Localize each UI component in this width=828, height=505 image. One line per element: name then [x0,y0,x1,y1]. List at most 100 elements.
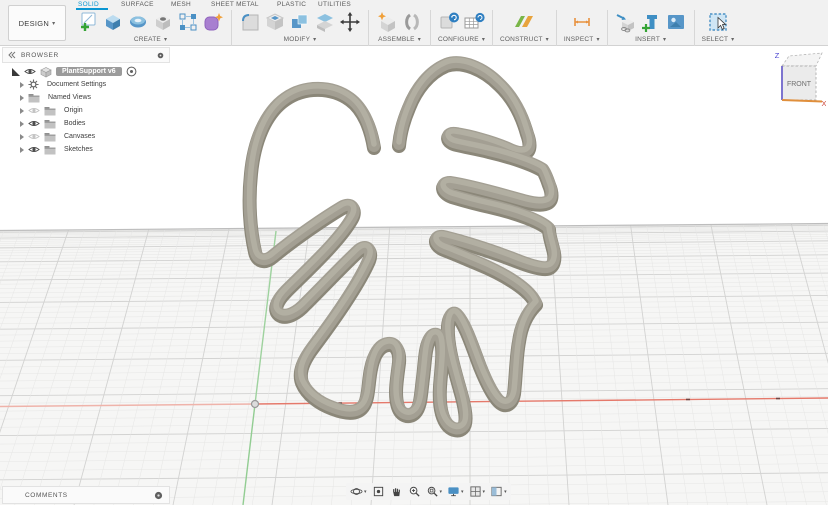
group-label-create[interactable]: CREATE [134,36,167,43]
browser-item-label: Bodies [60,119,89,128]
zoom-button[interactable] [408,485,421,498]
tab-utilities[interactable]: UTILITIES [318,1,351,8]
browser-item-label: Named Views [44,93,95,102]
browser-row-bodies[interactable]: Bodies [2,117,170,130]
group-label-modify[interactable]: MODIFY [284,36,317,43]
hole-icon[interactable] [152,11,174,33]
group-create: CREATE [70,10,231,43]
folder-icon [44,132,56,142]
navigation-bar: ▾ ▾ ▾ ▾ ▾ [346,483,511,500]
extrude-icon[interactable] [102,11,124,33]
group-label-configure[interactable]: CONFIGURE [438,36,485,43]
dropdown-caret-icon: ▾ [440,489,443,495]
expand-arrow-icon[interactable] [20,147,24,153]
tab-sheet-metal[interactable]: SHEET METAL [211,1,259,8]
fusion360-window: DESIGN SOLID SURFACE MESH SHEET METAL PL… [0,0,828,505]
tab-surface[interactable]: SURFACE [121,1,154,8]
expand-arrow-icon[interactable] [20,82,24,88]
visibility-eye-icon-hidden[interactable] [28,106,40,115]
visibility-eye-icon[interactable] [24,67,36,76]
press-pull-icon[interactable] [239,11,261,33]
expand-arrow-icon[interactable] [20,108,24,114]
folder-icon [44,106,56,116]
create-form-icon[interactable] [202,11,224,33]
tab-mesh[interactable]: MESH [171,1,191,8]
combine-icon[interactable] [289,11,311,33]
browser-row-canvases[interactable]: Canvases [2,130,170,143]
visibility-eye-icon[interactable] [28,119,40,128]
grid-settings-button[interactable]: ▾ [469,485,486,498]
viewports-button[interactable]: ▾ [490,485,507,498]
pan-button[interactable] [390,485,403,498]
browser-panel: BROWSER PlantSupport v6 Document Setting… [2,47,170,156]
view-cube-face-label: FRONT [787,81,812,88]
browser-header[interactable]: BROWSER [2,47,170,63]
group-label-assemble[interactable]: ASSEMBLE [378,36,421,43]
component-cube-icon [40,66,52,78]
browser-title: BROWSER [21,52,157,59]
insert-tspline-icon[interactable] [640,11,662,33]
insert-derive-icon[interactable] [615,11,637,33]
display-settings-button[interactable]: ▾ [447,485,464,498]
group-select: SELECT [695,10,742,43]
panel-options-icon[interactable] [157,52,164,59]
browser-row-origin[interactable]: Origin [2,104,170,117]
shell-icon[interactable] [264,11,286,33]
split-body-icon[interactable] [314,11,336,33]
dropdown-caret-icon: ▾ [483,489,486,495]
dropdown-caret-icon: ▾ [504,489,507,495]
create-sketch-icon[interactable] [77,11,99,33]
browser-row-named-views[interactable]: Named Views [2,91,170,104]
expand-arrow-icon[interactable] [20,95,24,101]
insert-canvas-icon[interactable] [665,11,687,33]
browser-item-label: Origin [60,106,87,115]
comments-title: COMMENTS [25,492,154,499]
group-modify: MODIFY [232,10,368,43]
visibility-eye-icon[interactable] [28,145,40,154]
gear-icon [28,79,39,90]
expand-arrow-icon[interactable] [12,68,20,76]
pattern-icon[interactable] [177,11,199,33]
browser-row-root[interactable]: PlantSupport v6 [2,65,170,78]
group-label-select[interactable]: SELECT [702,36,735,43]
construction-plane-icon[interactable] [513,11,535,33]
browser-item-label: Document Settings [43,80,110,89]
comments-bar[interactable]: COMMENTS [2,486,170,504]
joint-icon[interactable] [401,11,423,33]
collapse-panel-icon[interactable] [8,51,16,59]
dropdown-caret-icon: ▾ [461,489,464,495]
new-component-icon[interactable] [376,11,398,33]
measure-icon[interactable] [571,11,593,33]
orbit-button[interactable]: ▾ [350,485,367,498]
group-label-construct[interactable]: CONSTRUCT [500,36,549,43]
fit-button[interactable]: ▾ [426,485,443,498]
tab-solid[interactable]: SOLID [78,1,99,8]
select-icon[interactable] [707,11,729,33]
configuration-table-icon[interactable] [463,11,485,33]
configuration-icon[interactable] [438,11,460,33]
group-label-inspect[interactable]: INSPECT [564,36,600,43]
group-configure: CONFIGURE [431,10,492,43]
browser-row-sketches[interactable]: Sketches [2,143,170,156]
move-copy-icon[interactable] [339,11,361,33]
group-label-insert[interactable]: INSERT [635,36,666,43]
visibility-eye-icon-hidden[interactable] [28,132,40,141]
folder-icon [44,119,56,129]
browser-row-document-settings[interactable]: Document Settings [2,78,170,91]
activate-component-icon[interactable] [126,66,137,77]
main-toolbar: DESIGN SOLID SURFACE MESH SHEET METAL PL… [0,0,828,46]
comments-options-icon[interactable] [154,491,163,500]
expand-arrow-icon[interactable] [20,121,24,127]
axis-x-label: X [821,99,826,108]
view-cube[interactable]: FRONT Z X [766,48,826,108]
folder-icon [44,145,56,155]
revolve-icon[interactable] [127,11,149,33]
look-at-button[interactable] [372,485,385,498]
browser-item-label: Canvases [60,132,99,141]
view-cube-top-face[interactable] [782,53,822,66]
expand-arrow-icon[interactable] [20,134,24,140]
group-insert: INSERT [608,10,694,43]
workspace-switcher[interactable]: DESIGN [8,5,66,41]
document-root-label[interactable]: PlantSupport v6 [56,67,122,76]
tab-plastic[interactable]: PLASTIC [277,1,306,8]
